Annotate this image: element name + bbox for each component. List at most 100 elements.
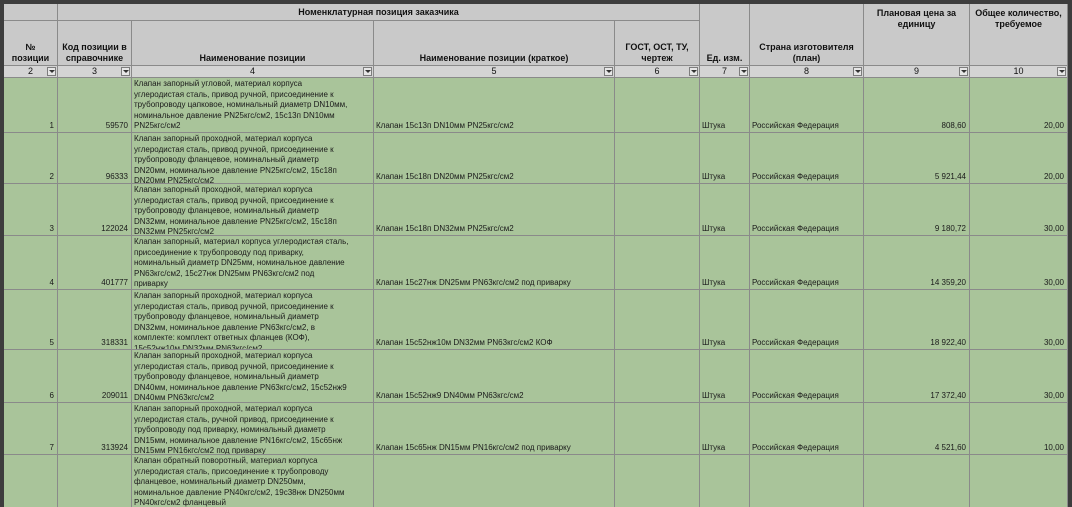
- table-cell-gost[interactable]: [615, 78, 700, 133]
- table-cell-qty[interactable]: 20,00: [970, 133, 1068, 184]
- table-cell-code[interactable]: 318331: [58, 290, 132, 350]
- table-cell-pos[interactable]: 3: [4, 184, 58, 236]
- table-cell-code[interactable]: 209011: [58, 350, 132, 403]
- table-cell-price[interactable]: 18 922,40: [864, 290, 970, 350]
- table-cell-gost[interactable]: [615, 184, 700, 236]
- table-cell-short[interactable]: Клапан 15с18п DN20мм PN25кгс/см2: [374, 133, 615, 184]
- table-cell-gost[interactable]: [615, 403, 700, 455]
- table-cell-qty[interactable]: 3,00: [970, 455, 1068, 507]
- table-cell-unit[interactable]: Штука: [700, 350, 750, 403]
- header-blank-cell: [4, 4, 58, 21]
- table-cell-country[interactable]: Российская Федерация: [750, 133, 864, 184]
- table-cell-qty[interactable]: 30,00: [970, 184, 1068, 236]
- table-cell-price[interactable]: 14 359,20: [864, 236, 970, 290]
- table-cell-name[interactable]: Клапан запорный угловой, материал корпус…: [132, 78, 374, 133]
- filter-header-4[interactable]: 4: [132, 66, 374, 78]
- table-cell-qty[interactable]: 30,00: [970, 236, 1068, 290]
- filter-dropdown-icon[interactable]: [853, 67, 862, 76]
- column-header-9: Общее количество, требуемое: [970, 4, 1068, 66]
- table-cell-unit[interactable]: Штука: [700, 403, 750, 455]
- table-cell-name[interactable]: Клапан запорный проходной, материал корп…: [132, 350, 374, 403]
- table-cell-unit[interactable]: Штука: [700, 184, 750, 236]
- table-cell-name[interactable]: Клапан запорный проходной, материал корп…: [132, 403, 374, 455]
- table-cell-code[interactable]: 122024: [58, 184, 132, 236]
- table-cell-qty[interactable]: 10,00: [970, 403, 1068, 455]
- filter-header-3[interactable]: 3: [58, 66, 132, 78]
- table-cell-code[interactable]: 313924: [58, 403, 132, 455]
- filter-header-2[interactable]: 2: [4, 66, 58, 78]
- table-cell-short[interactable]: Клапан 15с52нж10м DN32мм PN63кгс/см2 КОФ: [374, 290, 615, 350]
- table-cell-gost[interactable]: [615, 236, 700, 290]
- filter-dropdown-icon[interactable]: [1057, 67, 1066, 76]
- table-cell-country[interactable]: Российская Федерация: [750, 290, 864, 350]
- table-cell-unit[interactable]: Штука: [700, 133, 750, 184]
- table-cell-name[interactable]: Клапан запорный проходной, материал корп…: [132, 133, 374, 184]
- table-cell-pos[interactable]: 5: [4, 290, 58, 350]
- filter-header-6[interactable]: 6: [615, 66, 700, 78]
- table-cell-country[interactable]: Российская Федерация: [750, 236, 864, 290]
- filter-dropdown-icon[interactable]: [739, 67, 748, 76]
- table-cell-qty[interactable]: 30,00: [970, 350, 1068, 403]
- table-cell-gost[interactable]: [615, 350, 700, 403]
- table-cell-gost[interactable]: [615, 290, 700, 350]
- spreadsheet: Номенклатурная позиция заказчика № позици…: [4, 4, 1068, 507]
- filter-header-8[interactable]: 8: [750, 66, 864, 78]
- column-header-7: Страна изготовителя (план): [750, 4, 864, 66]
- table-cell-pos[interactable]: 8: [4, 455, 58, 507]
- table-cell-price[interactable]: 4 521,60: [864, 403, 970, 455]
- table-cell-qty[interactable]: 20,00: [970, 78, 1068, 133]
- column-header-5: ГОСТ, ОСТ, ТУ, чертеж: [615, 21, 700, 66]
- table-cell-price[interactable]: 239 538,60: [864, 455, 970, 507]
- table-cell-name[interactable]: Клапан запорный проходной, материал корп…: [132, 290, 374, 350]
- filter-dropdown-icon[interactable]: [121, 67, 130, 76]
- table-cell-short[interactable]: Клапан 15с18п DN32мм PN25кгс/см2: [374, 184, 615, 236]
- table-cell-price[interactable]: 5 921,44: [864, 133, 970, 184]
- table-cell-short[interactable]: Клапан 19с38нж DN250мм PN40кгс/см2 фланц…: [374, 455, 615, 507]
- table-cell-unit[interactable]: Штука: [700, 290, 750, 350]
- table-cell-name[interactable]: Клапан обратный поворотный, материал кор…: [132, 455, 374, 507]
- table-cell-code[interactable]: 59570: [58, 78, 132, 133]
- table-cell-gost[interactable]: [615, 455, 700, 507]
- column-header-2: Код позиции в справочнике: [58, 21, 132, 66]
- table-cell-unit[interactable]: Штука: [700, 236, 750, 290]
- filter-dropdown-icon[interactable]: [959, 67, 968, 76]
- table-cell-price[interactable]: 808,60: [864, 78, 970, 133]
- filter-header-9[interactable]: 9: [864, 66, 970, 78]
- table-cell-pos[interactable]: 7: [4, 403, 58, 455]
- table-cell-code[interactable]: 419047: [58, 455, 132, 507]
- table-cell-pos[interactable]: 1: [4, 78, 58, 133]
- table-cell-unit[interactable]: Штука: [700, 78, 750, 133]
- table-cell-short[interactable]: Клапан 15с27нж DN25мм PN63кгс/см2 под пр…: [374, 236, 615, 290]
- filter-dropdown-icon[interactable]: [363, 67, 372, 76]
- table-cell-short[interactable]: Клапан 15с52нж9 DN40мм PN63кгс/см2: [374, 350, 615, 403]
- spreadsheet-grid: Номенклатурная позиция заказчика № позици…: [4, 4, 1068, 507]
- table-cell-country[interactable]: Российская Федерация: [750, 78, 864, 133]
- table-cell-code[interactable]: 96333: [58, 133, 132, 184]
- table-cell-pos[interactable]: 6: [4, 350, 58, 403]
- filter-dropdown-icon[interactable]: [604, 67, 613, 76]
- table-cell-pos[interactable]: 2: [4, 133, 58, 184]
- table-cell-pos[interactable]: 4: [4, 236, 58, 290]
- table-cell-name[interactable]: Клапан запорный проходной, материал корп…: [132, 184, 374, 236]
- table-cell-short[interactable]: Клапан 15с65нж DN15мм PN16кгс/см2 под пр…: [374, 403, 615, 455]
- table-cell-unit[interactable]: Штука: [700, 455, 750, 507]
- filter-header-5[interactable]: 5: [374, 66, 615, 78]
- filter-header-7[interactable]: 7: [700, 66, 750, 78]
- column-header-3: Наименование позиции: [132, 21, 374, 66]
- table-cell-name[interactable]: Клапан запорный, материал корпуса углеро…: [132, 236, 374, 290]
- table-cell-country[interactable]: Российская Федерация: [750, 184, 864, 236]
- table-cell-qty[interactable]: 30,00: [970, 290, 1068, 350]
- table-cell-short[interactable]: Клапан 15с13п DN10мм PN25кгс/см2: [374, 78, 615, 133]
- filter-dropdown-icon[interactable]: [689, 67, 698, 76]
- group-header-cell: Номенклатурная позиция заказчика: [58, 4, 700, 21]
- table-cell-price[interactable]: 17 372,40: [864, 350, 970, 403]
- table-cell-country[interactable]: Российская Федерация: [750, 350, 864, 403]
- filter-header-10[interactable]: 10: [970, 66, 1068, 78]
- table-cell-country[interactable]: Российская Федерация: [750, 455, 864, 507]
- table-cell-gost[interactable]: [615, 133, 700, 184]
- column-header-8: Плановая цена за единицу: [864, 4, 970, 66]
- filter-dropdown-icon[interactable]: [47, 67, 56, 76]
- table-cell-country[interactable]: Российская Федерация: [750, 403, 864, 455]
- table-cell-price[interactable]: 9 180,72: [864, 184, 970, 236]
- table-cell-code[interactable]: 401777: [58, 236, 132, 290]
